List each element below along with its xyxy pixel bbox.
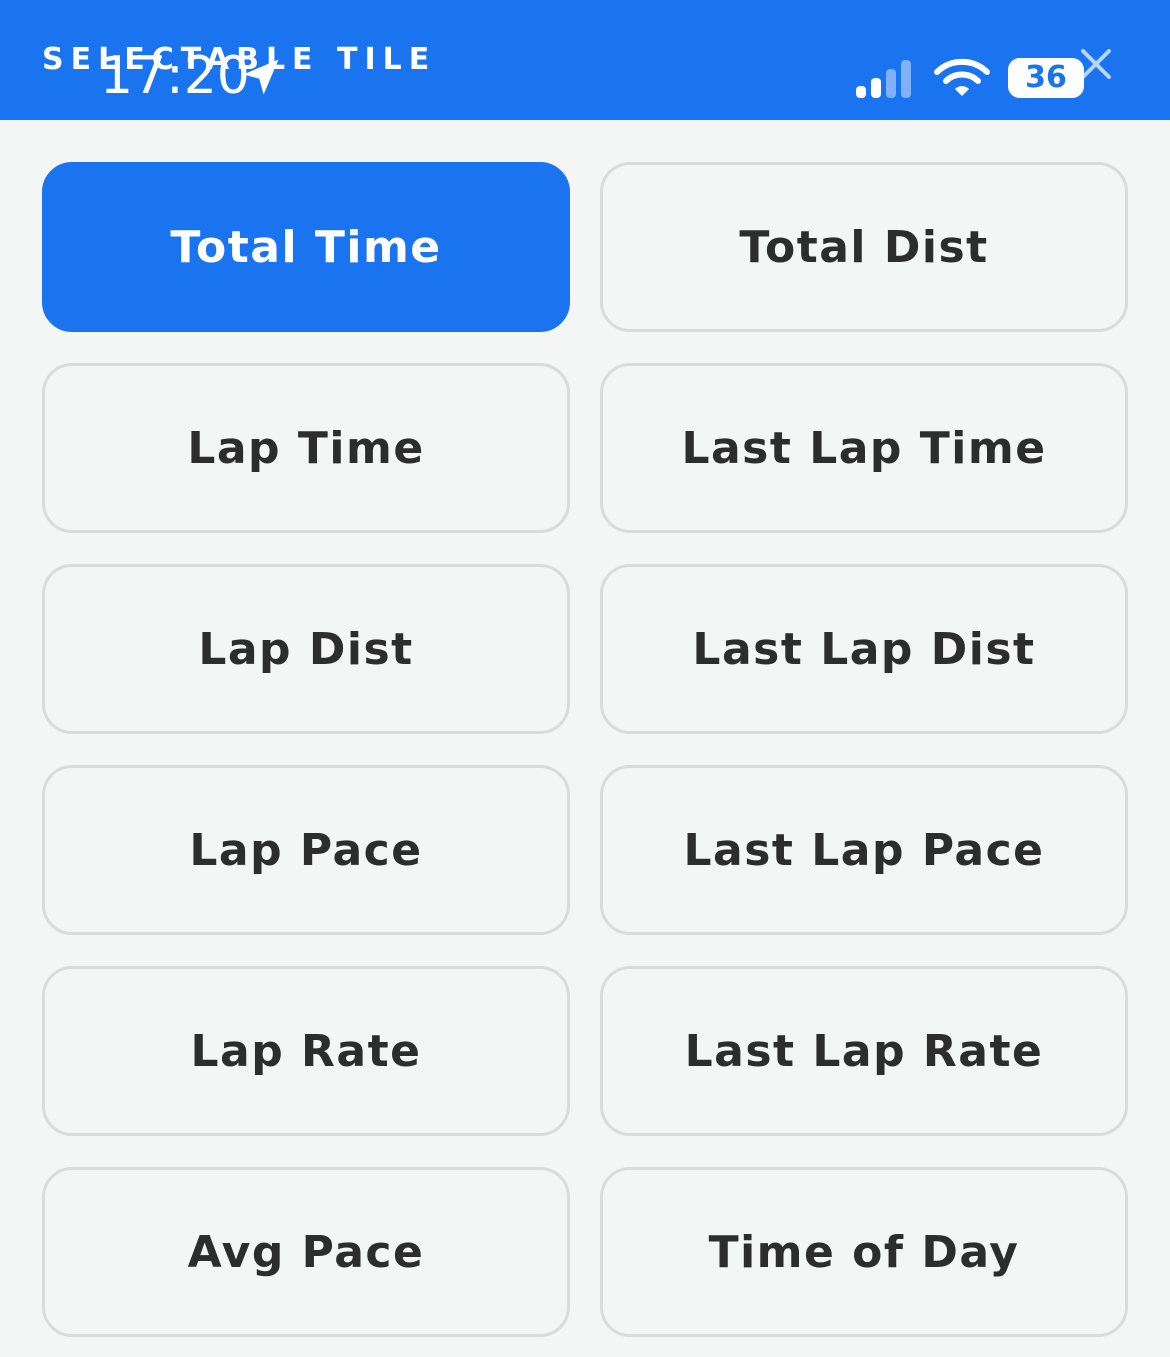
tile-lap-dist[interactable]: Lap Dist	[42, 564, 570, 734]
tile-avg-pace[interactable]: Avg Pace	[42, 1167, 570, 1337]
tile-last-lap-dist[interactable]: Last Lap Dist	[600, 564, 1128, 734]
header-bar: SELECTABLE TILE 17:20 36	[0, 0, 1170, 120]
status-time: 17:20	[100, 46, 250, 106]
battery-level: 36	[1025, 60, 1067, 95]
tile-total-dist[interactable]: Total Dist	[600, 162, 1128, 332]
tile-last-lap-time[interactable]: Last Lap Time	[600, 363, 1128, 533]
tile-time-of-day[interactable]: Time of Day	[600, 1167, 1128, 1337]
tile-grid: Total Time Total Dist Lap Time Last Lap …	[42, 162, 1128, 1337]
wifi-icon	[934, 58, 990, 96]
location-arrow-icon	[243, 59, 279, 95]
tile-last-lap-rate[interactable]: Last Lap Rate	[600, 966, 1128, 1136]
tile-lap-rate[interactable]: Lap Rate	[42, 966, 570, 1136]
tile-total-time[interactable]: Total Time	[42, 162, 570, 332]
tile-lap-time[interactable]: Lap Time	[42, 363, 570, 533]
battery-indicator: 36	[1008, 58, 1084, 98]
close-icon[interactable]	[1078, 46, 1114, 82]
tile-last-lap-pace[interactable]: Last Lap Pace	[600, 765, 1128, 935]
cellular-signal-icon	[856, 60, 911, 98]
tile-lap-pace[interactable]: Lap Pace	[42, 765, 570, 935]
